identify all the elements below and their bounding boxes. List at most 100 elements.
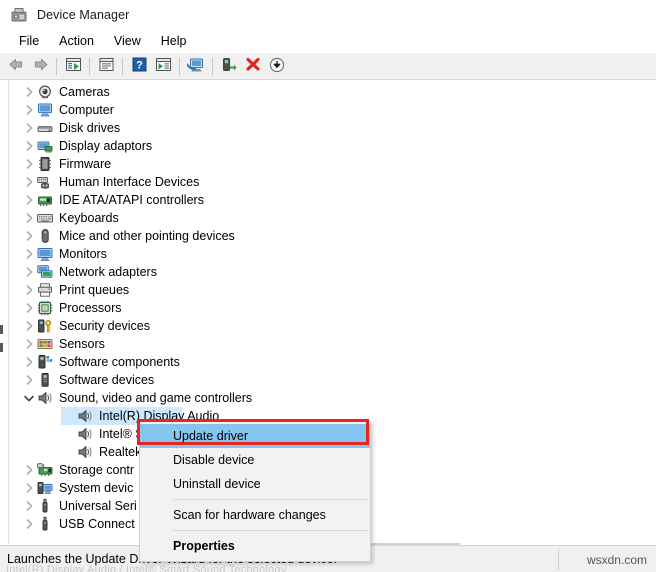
chevron-right-icon[interactable] [21,353,37,371]
system-device-icon [37,480,53,496]
tree-row[interactable]: Cameras [9,83,649,101]
chevron-right-icon[interactable] [21,461,37,479]
rail-mark-1 [0,325,3,334]
context-menu-item-properties[interactable]: Properties [140,534,370,558]
context-menu[interactable]: Update driver Disable device Uninstall dev… [139,421,371,562]
tree-row[interactable]: Computer [9,101,649,119]
toolbar-separator-2 [89,57,90,75]
tree-row[interactable]: Software components [9,353,649,371]
rail-mark-2 [0,343,3,352]
processor-icon [37,300,53,316]
tree-row-label: Keyboards [59,211,119,225]
chevron-right-icon[interactable] [21,83,37,101]
chevron-right-icon[interactable] [21,317,37,335]
tree-row[interactable]: Human Interface Devices [9,173,649,191]
speaker-icon [77,426,93,442]
tree-row-label: Universal Seri [59,499,137,513]
install-driver-button[interactable] [265,55,289,77]
help-button[interactable]: ? [127,55,151,77]
properties-button[interactable] [94,55,118,77]
install-driver-icon [269,57,285,76]
context-menu-item-uninstall-device[interactable]: Uninstall device [140,472,370,496]
tree-row[interactable]: Network adapters [9,263,649,281]
chevron-right-icon[interactable] [21,299,37,317]
chevron-right-icon[interactable] [21,497,37,515]
toolbar-separator-4 [179,57,180,75]
tree-row[interactable]: Monitors [9,245,649,263]
monitor-icon [37,246,53,262]
chevron-right-icon[interactable] [21,479,37,497]
context-menu-item-disable-device[interactable]: Disable device [140,448,370,472]
tree-row-label: Firmware [59,157,112,171]
tree-row[interactable]: Security devices [9,317,649,335]
uninstall-device-button[interactable] [241,55,265,77]
network-adapter-icon [37,264,53,280]
enable-device-icon [221,57,237,75]
forward-button[interactable] [28,55,52,77]
device-manager-window: Device Manager File Action View Help ? C… [0,0,656,572]
tree-row-label: Mice and other pointing devices [59,229,235,243]
context-menu-separator [173,530,368,531]
update-driver-button[interactable] [151,55,175,77]
enable-device-button[interactable] [217,55,241,77]
chevron-right-icon[interactable] [21,191,37,209]
tree-row[interactable]: IDE ATA/ATAPI controllers [9,191,649,209]
tree-row-label: Display adaptors [59,139,153,153]
forward-arrow-icon [32,57,49,75]
device-manager-icon [10,6,28,24]
usb-icon [37,498,53,514]
show-hidden-devices-button[interactable] [61,55,85,77]
chevron-right-icon[interactable] [21,335,37,353]
chevron-right-icon[interactable] [21,101,37,119]
tree-row[interactable]: Sound, video and game controllers [9,389,649,407]
chevron-right-icon[interactable] [21,119,37,137]
menu-help[interactable]: Help [151,32,197,51]
tree-row-label: Processors [59,301,122,315]
storage-controller-icon [37,462,53,478]
toolbar-separator-3 [122,57,123,75]
chevron-down-icon[interactable] [21,389,37,407]
help-icon: ? [132,57,147,75]
tree-row[interactable]: Keyboards [9,209,649,227]
tree-row[interactable]: Mice and other pointing devices [9,227,649,245]
tree-row-label: Human Interface Devices [59,175,200,189]
tree-row[interactable]: Firmware [9,155,649,173]
back-button[interactable] [4,55,28,77]
chevron-right-icon[interactable] [21,209,37,227]
chevron-right-icon[interactable] [21,263,37,281]
tree-twisty-none [61,443,77,461]
tree-row[interactable]: Processors [9,299,649,317]
chevron-right-icon[interactable] [21,245,37,263]
tree-row-label: IDE ATA/ATAPI controllers [59,193,204,207]
ide-controller-icon [37,192,53,208]
tree-row[interactable]: Disk drives [9,119,649,137]
context-menu-item-update-driver[interactable]: Update driver [140,424,370,448]
tree-row[interactable]: Print queues [9,281,649,299]
tree-row[interactable]: Software devices [9,371,649,389]
scan-hardware-changes-button[interactable] [184,55,208,77]
menu-file[interactable]: File [9,32,49,51]
tree-row-label: Sensors [59,337,105,351]
chevron-right-icon[interactable] [21,137,37,155]
speaker-icon [77,444,93,460]
tree-row-label: Monitors [59,247,107,261]
status-bar-divider [558,549,559,570]
chevron-right-icon[interactable] [21,515,37,533]
chevron-right-icon[interactable] [21,227,37,245]
camera-icon [37,84,53,100]
tree-row-label: Storage contr [59,463,135,477]
tree-row[interactable]: Sensors [9,335,649,353]
chevron-right-icon[interactable] [21,371,37,389]
keyboard-icon [37,210,53,226]
menu-view[interactable]: View [104,32,151,51]
tree-row[interactable]: Display adaptors [9,137,649,155]
chevron-right-icon[interactable] [21,281,37,299]
chevron-right-icon[interactable] [21,173,37,191]
tree-row-label: Network adapters [59,265,157,279]
menu-action[interactable]: Action [49,32,104,51]
context-menu-item-scan-for-hardware-changes[interactable]: Scan for hardware changes [140,503,370,527]
hid-icon [37,174,53,190]
chevron-right-icon[interactable] [21,155,37,173]
tree-row-label: Disk drives [59,121,121,135]
security-device-icon [37,318,53,334]
